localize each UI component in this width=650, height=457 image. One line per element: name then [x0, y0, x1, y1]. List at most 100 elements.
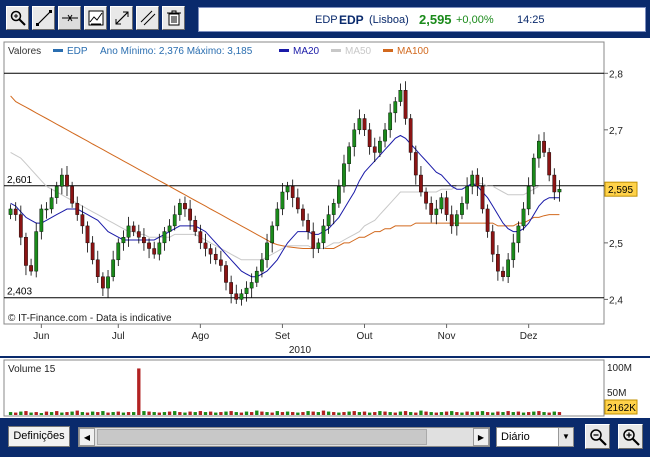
volume-bar	[439, 412, 444, 415]
candle-body	[290, 186, 295, 198]
x-tick-label: Set	[275, 331, 290, 342]
candle-body	[496, 253, 500, 272]
candle-body	[54, 186, 59, 198]
candle-body	[398, 90, 403, 102]
scroll-thumb[interactable]	[97, 429, 427, 445]
candle-body	[557, 188, 562, 193]
candle-body	[265, 242, 269, 261]
quote-price: 2,595	[419, 12, 452, 27]
quote-info-bar: EDP EDP (Lisboa) 2,595 +0,00% 14:25	[198, 7, 646, 32]
scroll-right-arrow-icon[interactable]: ▶	[473, 428, 489, 446]
reference-line-label: 2,403	[7, 287, 32, 298]
settings-button[interactable]: Definições	[8, 426, 70, 447]
candle-body	[537, 140, 541, 159]
chevron-down-icon[interactable]: ▼	[558, 428, 573, 446]
candle-body	[172, 214, 177, 227]
y-tick-label: 2,5	[609, 239, 623, 250]
current-price-label: 2,595	[608, 185, 633, 196]
scroll-left-arrow-icon[interactable]: ◀	[79, 428, 95, 446]
candle-body	[521, 208, 526, 227]
volume-bar	[147, 411, 151, 415]
volume-bar	[491, 412, 495, 415]
candle-body	[285, 186, 290, 193]
volume-bar	[311, 411, 315, 415]
legend-ma20-swatch	[279, 49, 289, 52]
volume-bar	[244, 411, 249, 415]
time-scrollbar[interactable]: ◀ ▶	[78, 427, 490, 447]
candle-body	[131, 225, 136, 232]
candle-body	[8, 208, 13, 215]
candle-body	[403, 90, 408, 119]
plot-area	[3, 41, 605, 325]
volume-bar	[557, 412, 562, 415]
period-selected: Diário	[501, 431, 530, 443]
candle-body	[260, 259, 264, 272]
candle-body	[413, 152, 418, 176]
candle-body	[70, 186, 74, 204]
volume-bar	[239, 412, 244, 415]
expand-tool-button[interactable]	[110, 6, 133, 30]
x-tick-label: Dez	[520, 331, 538, 342]
trendline-tool-button[interactable]	[32, 6, 55, 30]
candle-body	[244, 287, 249, 294]
candle-body	[44, 208, 49, 211]
zoom-tool-button[interactable]	[6, 6, 29, 30]
volume-bar	[542, 412, 546, 415]
volume-bar	[362, 411, 367, 415]
y-tick-label: 2,8	[609, 69, 623, 80]
candle-body	[383, 129, 387, 142]
crosshair-icon	[62, 14, 78, 22]
candle-body	[301, 208, 305, 221]
volume-bar	[157, 412, 161, 415]
candle-body	[13, 208, 18, 215]
candle-body	[193, 220, 198, 232]
volume-bar	[352, 411, 356, 415]
candle-body	[506, 259, 511, 277]
volume-bar	[183, 412, 187, 415]
bottom-toolbar: Definições ◀ ▶ Diário ▼	[0, 421, 650, 457]
candle-body	[126, 225, 131, 238]
candle-body	[177, 203, 182, 215]
volume-bar	[44, 411, 49, 415]
volume-bar	[60, 412, 64, 415]
zoom-in-button[interactable]	[618, 424, 643, 449]
volume-bar	[55, 411, 59, 415]
period-select[interactable]: Diário ▼	[496, 427, 574, 447]
zoom-out-button[interactable]	[585, 424, 610, 449]
volume-bar	[496, 411, 500, 415]
price-chart[interactable]: 2,601 2,403 Valores EDP Ano Mínimo: 2,376…	[0, 38, 650, 356]
chart-watermark: © IT-Finance.com - Data is indicative	[8, 313, 172, 324]
volume-bar	[167, 411, 172, 415]
legend-ma20: MA20	[293, 46, 320, 57]
volume-bar	[521, 412, 526, 415]
volume-tick-100m: 100M	[607, 363, 632, 374]
crosshair-tool-button[interactable]	[58, 6, 81, 30]
volume-bar	[70, 411, 74, 415]
volume-bar	[85, 412, 90, 415]
indicator-tool-button[interactable]	[84, 6, 107, 30]
candle-body	[162, 231, 167, 244]
volume-bar	[126, 412, 131, 415]
volume-bar	[65, 412, 69, 415]
volume-bar	[234, 412, 238, 415]
volume-current-label: 2162K	[607, 403, 636, 414]
volume-bar	[121, 412, 126, 415]
volume-bar	[547, 412, 551, 415]
delete-tool-button[interactable]	[162, 6, 185, 30]
candle-body	[157, 242, 162, 255]
candle-body	[59, 174, 64, 187]
volume-bar	[465, 411, 469, 415]
candle-body	[95, 259, 100, 277]
candle-body	[367, 129, 372, 147]
volume-bar	[291, 412, 295, 415]
volume-bar	[173, 411, 177, 415]
candle-body	[167, 225, 172, 232]
parallel-lines-tool-button[interactable]	[136, 6, 159, 30]
volume-bar	[393, 412, 397, 415]
volume-bar	[80, 412, 85, 415]
candle-body	[475, 174, 480, 187]
candle-body	[147, 242, 151, 249]
volume-chart[interactable]: Volume 15 100M 50M 2162K	[0, 358, 650, 418]
volume-bar	[132, 412, 136, 415]
legend-edp-swatch	[53, 49, 63, 52]
